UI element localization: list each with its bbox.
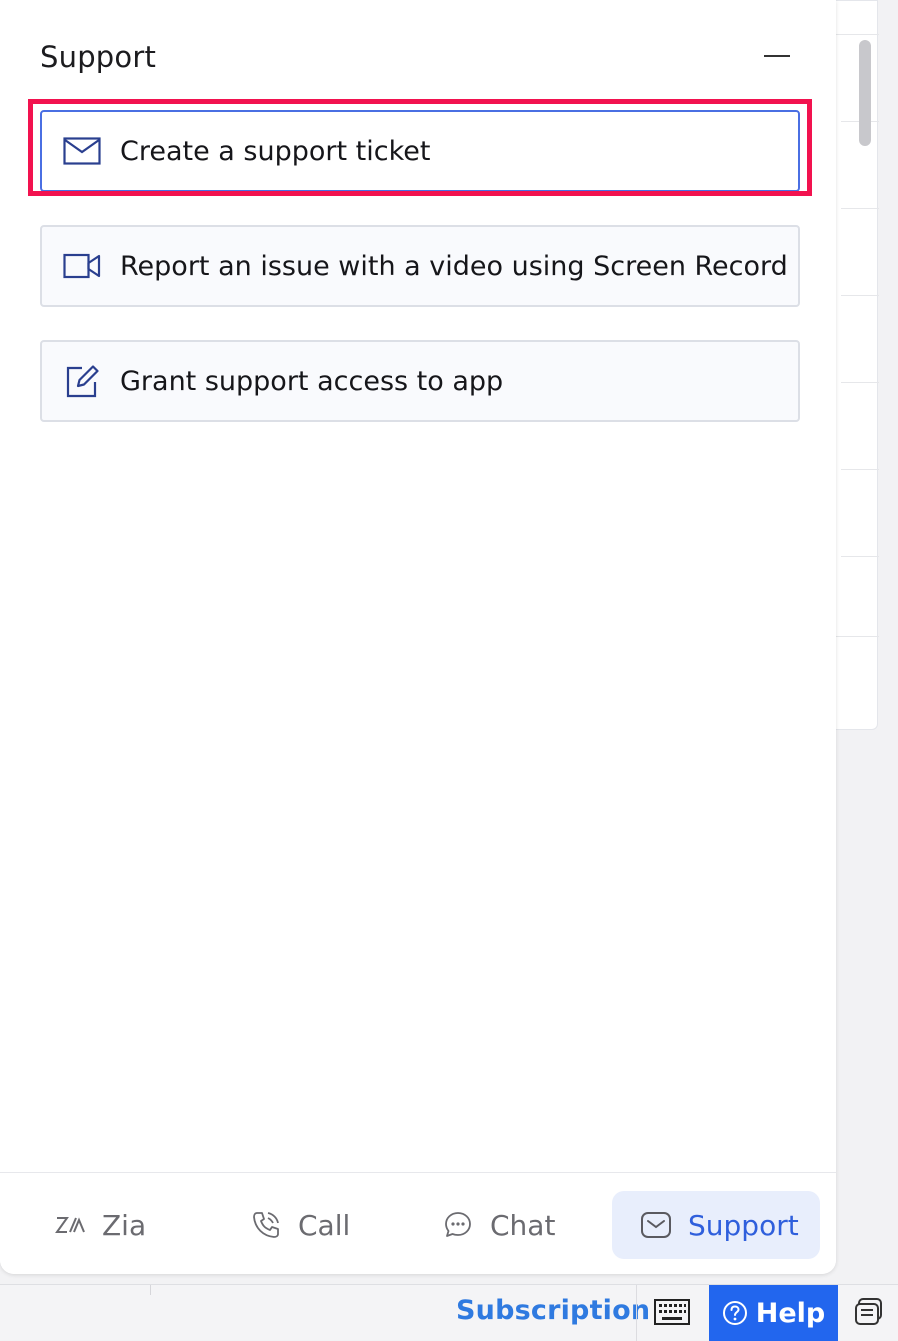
- option-label: Create a support ticket: [120, 135, 431, 167]
- tab-chat[interactable]: Chat: [442, 1191, 582, 1259]
- panel-title: Support: [40, 40, 157, 74]
- tab-zia[interactable]: Zia: [54, 1191, 174, 1259]
- divider: [150, 1285, 151, 1295]
- phone-icon: [250, 1209, 282, 1241]
- tab-support[interactable]: Support: [612, 1191, 820, 1259]
- help-label: Help: [755, 1297, 826, 1329]
- tab-call[interactable]: Call: [250, 1191, 370, 1259]
- support-icon: [640, 1209, 672, 1241]
- zia-icon: [54, 1209, 86, 1241]
- tab-label: Support: [688, 1208, 799, 1242]
- mail-icon: [62, 131, 102, 171]
- status-bar: Subscription Help: [0, 1284, 898, 1341]
- option-label: Grant support access to app: [120, 365, 504, 397]
- video-camera-icon: [62, 246, 102, 286]
- edit-icon: [62, 361, 102, 401]
- keyboard-icon[interactable]: [654, 1299, 690, 1325]
- support-panel: Support Create a support ticket Report a…: [0, 0, 836, 1274]
- divider: [636, 1285, 637, 1341]
- grant-support-access-button[interactable]: Grant support access to app: [40, 340, 800, 422]
- minimize-icon[interactable]: [762, 54, 792, 58]
- report-issue-video-button[interactable]: Report an issue with a video using Scree…: [40, 225, 800, 307]
- tab-label: Zia: [102, 1208, 147, 1242]
- help-button[interactable]: Help: [709, 1285, 838, 1341]
- background-scrollbar[interactable]: [859, 40, 871, 146]
- subscription-link[interactable]: Subscription: [456, 1295, 650, 1326]
- tab-label: Chat: [490, 1208, 556, 1242]
- option-label: Report an issue with a video using Scree…: [120, 250, 788, 282]
- help-circle-icon: [722, 1300, 748, 1326]
- create-support-ticket-button[interactable]: Create a support ticket: [40, 110, 800, 192]
- notes-icon[interactable]: [854, 1297, 884, 1327]
- support-tabbar: Zia Call Chat Support: [0, 1172, 836, 1274]
- chat-icon: [442, 1209, 474, 1241]
- tab-label: Call: [298, 1208, 351, 1242]
